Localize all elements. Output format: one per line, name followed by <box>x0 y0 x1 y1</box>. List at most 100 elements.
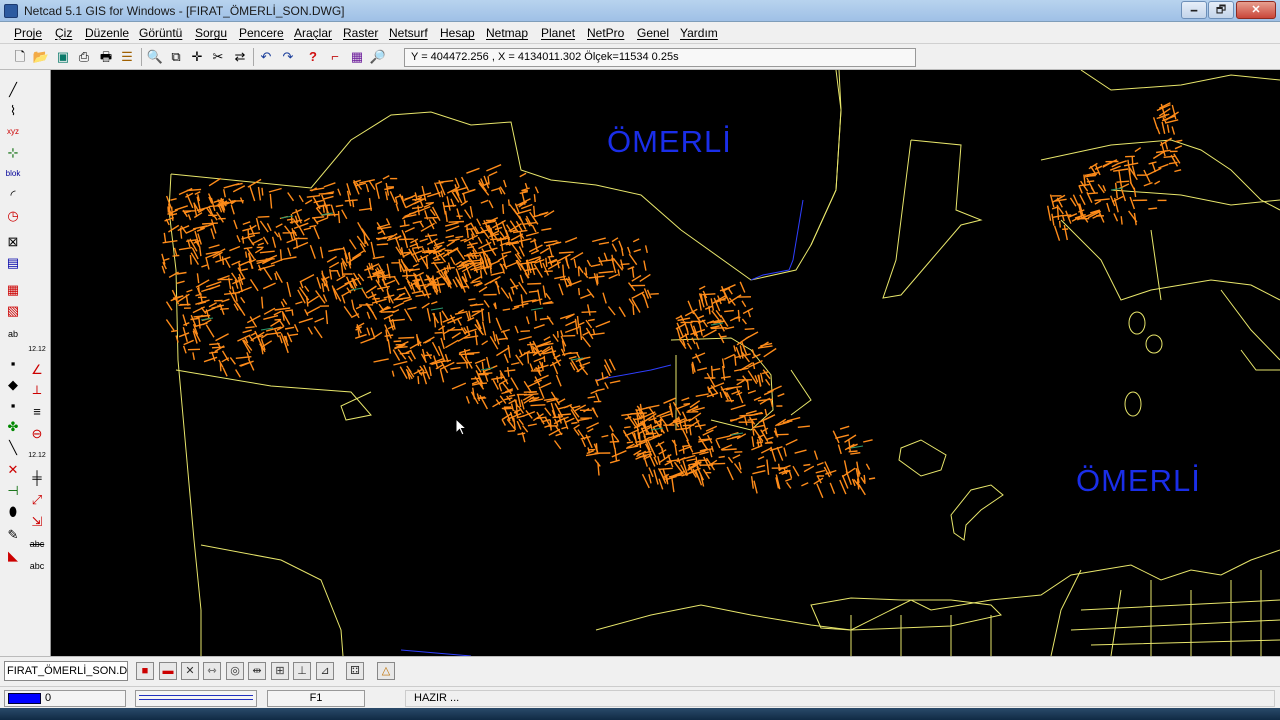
offset-tool-icon[interactable]: ▪ <box>3 354 23 374</box>
redo-icon[interactable]: ↷ <box>279 48 297 66</box>
menu-goruntu[interactable]: Görüntü <box>139 26 182 40</box>
menu-netsurf[interactable]: Netsurf <box>389 26 428 40</box>
text-edit-icon[interactable]: abc <box>27 556 47 576</box>
area-hatch-icon[interactable]: ▧ <box>3 301 23 321</box>
intersect-tool-icon[interactable]: ✕ <box>3 460 23 480</box>
circle-tool-icon[interactable]: ◷ <box>3 206 23 226</box>
hatch-stroke <box>424 354 432 357</box>
xyz-tool-icon[interactable]: xyz <box>3 122 23 142</box>
menu-yardim[interactable]: Yardım <box>680 26 718 40</box>
hatch-stroke <box>560 330 564 337</box>
hatch-stroke <box>733 345 737 352</box>
zoom-window-icon[interactable]: ⧉ <box>167 48 185 66</box>
hatch-stroke <box>757 455 765 460</box>
dimension-tool-icon[interactable]: 12.12 <box>27 340 47 360</box>
menu-proje[interactable]: Proje <box>14 26 42 40</box>
axis-icon[interactable]: ⊥ <box>293 662 311 680</box>
ortho-icon[interactable]: ⊿ <box>316 662 334 680</box>
cross-icon[interactable]: ✕ <box>181 662 199 680</box>
node-tool-icon[interactable]: ◆ <box>3 375 23 395</box>
hatch-stroke <box>481 340 489 346</box>
scale-tool-icon[interactable]: ⤢ <box>27 490 47 510</box>
angle-tool-icon[interactable]: ∠ <box>27 360 47 380</box>
point-tool-icon[interactable]: ⊹ <box>3 143 23 163</box>
erase-tool-icon[interactable]: ◣ <box>3 546 23 566</box>
grid-icon[interactable]: ⊞ <box>271 662 289 680</box>
hatch-stroke <box>601 434 609 438</box>
target-icon[interactable]: ◎ <box>226 662 244 680</box>
hatch-stroke <box>502 250 512 255</box>
open-folder-icon[interactable]: 📂 <box>32 48 50 66</box>
drop-tool-icon[interactable]: ⬮ <box>3 502 23 522</box>
polyline-icon[interactable]: ⌐ <box>326 48 344 66</box>
hatch-stroke <box>570 251 584 261</box>
print-preview-icon[interactable]: ⎙ <box>75 48 93 66</box>
hatch-stroke <box>786 416 801 422</box>
print-icon[interactable]: 🖶 <box>97 48 115 66</box>
function-key-field[interactable]: F1 <box>267 690 365 707</box>
label-tool-icon[interactable]: ab <box>3 324 23 344</box>
layer-field[interactable]: 0 <box>4 690 126 707</box>
hatch-stroke <box>528 290 539 293</box>
mirror-tool-icon[interactable]: ⇲ <box>27 512 47 532</box>
line-tool-icon[interactable]: ╱ <box>3 80 23 100</box>
hatch-stroke <box>741 318 747 325</box>
measure-tool-icon[interactable]: 12.12 <box>27 446 47 466</box>
layers-icon[interactable]: ☰ <box>118 48 136 66</box>
minus-icon[interactable]: ▬ <box>159 662 177 680</box>
puzzle-icon[interactable]: ✤ <box>3 417 23 437</box>
menu-ciz[interactable]: Çiz <box>55 26 72 40</box>
split-tool-icon[interactable]: ╪ <box>27 468 47 488</box>
text-list-icon[interactable]: ▤ <box>3 253 23 273</box>
close-button[interactable]: ✕ <box>1236 1 1276 19</box>
hatch-stroke <box>383 314 394 320</box>
menu-genel[interactable]: Genel <box>637 26 669 40</box>
menu-sorgu[interactable]: Sorgu <box>195 26 227 40</box>
drawing-tab[interactable]: FIRAT_ÖMERLİ_SON.DWG <box>4 661 128 681</box>
map-canvas[interactable]: ÖMERLİ ÖMERLİ <box>51 70 1280 656</box>
rotate-tool-icon[interactable]: ⊖ <box>27 424 47 444</box>
block-tool-icon[interactable]: blok <box>3 164 23 184</box>
menu-planet[interactable]: Planet <box>541 26 575 40</box>
arc-tool-icon[interactable]: ◜ <box>3 185 23 205</box>
hatch-stroke <box>451 382 467 390</box>
cross-box-icon[interactable]: ⊠ <box>3 232 23 252</box>
save-icon[interactable]: ▣ <box>54 48 72 66</box>
menu-hesap[interactable]: Hesap <box>440 26 475 40</box>
new-file-icon[interactable]: 🗋 <box>11 48 29 66</box>
join-tool-icon[interactable]: ⊣ <box>3 481 23 501</box>
move-icon[interactable]: ⇄ <box>231 48 249 66</box>
menu-duzenle[interactable]: Düzenle <box>85 26 129 40</box>
raster-icon[interactable]: ▦ <box>348 48 366 66</box>
pan-icon[interactable]: ✛ <box>188 48 206 66</box>
scissors-icon[interactable]: ✂ <box>209 48 227 66</box>
hatch-stroke <box>571 421 578 425</box>
undo-icon[interactable]: ↶ <box>257 48 275 66</box>
menu-netpro[interactable]: NetPro <box>587 26 624 40</box>
menu-pencere[interactable]: Pencere <box>239 26 284 40</box>
zoom-icon[interactable]: 🔍 <box>146 48 164 66</box>
menu-netmap[interactable]: Netmap <box>486 26 528 40</box>
polyline-tool-icon[interactable]: ⌇ <box>3 101 23 121</box>
trim-tool-icon[interactable]: ⟂ <box>27 380 47 400</box>
linetype-field[interactable] <box>135 690 257 707</box>
title-bar[interactable]: Netcad 5.1 GIS for Windows - [FIRAT_ÖMER… <box>0 0 1280 22</box>
warning-icon[interactable]: △ <box>377 662 395 680</box>
move-frame-icon[interactable]: ⇹ <box>248 662 266 680</box>
menu-araclar[interactable]: Araçlar <box>294 26 332 40</box>
grid-hatch-icon[interactable]: ▦ <box>3 280 23 300</box>
slide-icon[interactable]: ⇿ <box>203 662 221 680</box>
extend-tool-icon[interactable]: ╲ <box>3 438 23 458</box>
stop-icon[interactable]: ■ <box>136 662 154 680</box>
stack-tool-icon[interactable]: ≡ <box>27 402 47 422</box>
maximize-button[interactable]: 🗗 <box>1208 1 1234 19</box>
text-strike-icon[interactable]: abc <box>27 534 47 554</box>
menu-raster[interactable]: Raster <box>343 26 378 40</box>
help-icon[interactable]: ? <box>304 48 322 66</box>
brush-tool-icon[interactable]: ✎ <box>3 525 23 545</box>
search-icon[interactable]: 🔎 <box>369 48 387 66</box>
minimize-button[interactable]: 🗕 <box>1181 1 1207 19</box>
hatch-stroke <box>1047 205 1052 221</box>
layout-icon[interactable]: ⚃ <box>346 662 364 680</box>
snap-tool-icon[interactable]: ▪ <box>3 396 23 416</box>
